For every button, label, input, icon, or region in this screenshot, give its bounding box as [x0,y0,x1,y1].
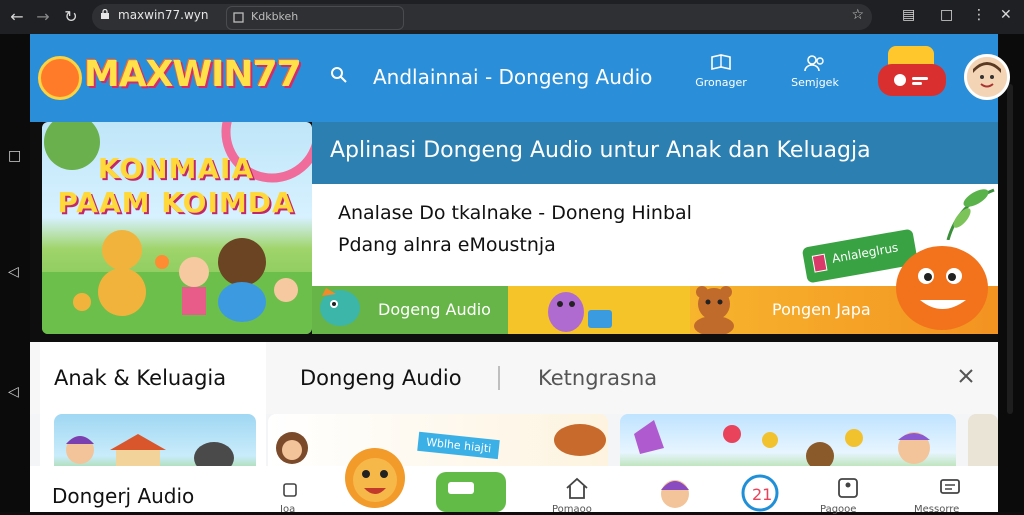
dinosaur-icon [320,288,360,326]
scrollbar[interactable] [998,34,1024,512]
book-icon [711,54,731,70]
reload-icon[interactable]: ↻ [60,6,82,28]
card-title: Dongerj Audio [52,484,195,508]
lock-icon [101,9,109,19]
hero-image-title-line1: KONMAIA [97,152,255,185]
strip-label: Pongen Japa [772,300,871,319]
header-button-gronager[interactable]: Gronager [686,54,756,89]
badge-icon[interactable]: 21 [740,474,780,512]
kid-avatar-icon[interactable] [656,472,694,512]
leaves-icon [946,188,995,240]
nav-label: Pagooe [820,504,857,515]
back-triangle-icon[interactable]: ◁ [8,264,19,280]
close-icon[interactable] [958,368,974,384]
tab-search-icon[interactable]: ▤ [902,7,915,23]
left-system-rail: □ ◁ ◁ [0,34,30,512]
svg-text:21: 21 [752,485,772,504]
lion-mascot-icon [345,448,405,508]
tab-divider [498,366,500,390]
orange-dinosaur-icon [896,246,988,330]
message-icon[interactable] [938,476,962,500]
child-face-icon [967,57,1007,97]
nav-label: Messorre [914,504,960,515]
header-button-label: Gronager [695,76,747,89]
close-window-icon[interactable]: ✕ [1000,7,1012,23]
hero-line-2: Pdang alnra eMoustnja [338,234,556,256]
category-strip-dongeng-audio[interactable]: Dogeng Audio [312,286,508,334]
home-icon[interactable] [564,476,590,500]
promo-button[interactable] [878,64,946,96]
puzzle-icon[interactable] [836,476,860,500]
users-icon [804,55,824,72]
avatar[interactable] [964,54,1010,100]
strip-label: Dogeng Audio [378,300,491,319]
menu-icon[interactable]: ⋮ [972,7,986,23]
audio-icon [894,74,928,86]
scrollbar-thumb[interactable] [1007,84,1013,414]
category-tag-label: Anlaleglrus [830,240,900,266]
bear-icon [694,286,734,334]
bookmark-star-icon[interactable]: ☆ [851,7,864,23]
hippo-icon [548,292,612,332]
app-header: MAXWIN77 Andlainnai - Dongeng Audio Gron… [30,34,1010,122]
tab-ketngrasna[interactable]: Ketngrasna [538,366,657,390]
url-text: maxwin77.wyn [118,8,209,22]
search-icon[interactable] [330,66,348,84]
category-strip-pongen-japa[interactable]: Pongen Japa [690,246,998,334]
page-title: Andlainnai - Dongeng Audio [373,65,653,89]
forward-icon[interactable]: → [32,6,54,28]
nav-label: Ioa [280,504,296,515]
hero-banner: Aplinasi Dongeng Audio untur Anak dan Ke… [312,122,998,184]
window-restore-icon[interactable]: □ [940,7,953,23]
logo-emblem [38,56,82,100]
tab-anak-keluarga[interactable]: Anak & Keluagia [54,366,226,390]
header-button-semjgek[interactable]: Semjgek [780,54,850,89]
back-icon[interactable]: ← [6,6,28,28]
back-triangle-icon[interactable]: ◁ [8,384,19,400]
bookmark-icon [811,253,828,273]
page-icon [233,12,244,23]
header-button-label: Semjgek [791,76,839,89]
hero-line-1: Analase Do tkalnake - Doneng Hinbal [338,202,692,224]
hero-image-title-line2: PAAM KOIMDA [57,186,295,219]
hero-banner-text: Aplinasi Dongeng Audio untur Anak dan Ke… [330,138,871,163]
browser-tab[interactable]: Kdkbkeh [226,6,404,30]
category-strip-stories[interactable] [508,286,690,334]
gift-icon [888,46,934,66]
square-icon[interactable] [282,482,298,498]
tab-title: Kdkbkeh [251,10,299,23]
logo[interactable]: MAXWIN77 [84,54,302,95]
nav-label: Pomaoo [552,504,592,515]
browser-toolbar: ← → ↻ maxwin77.wyn Kdkbkeh ☆ ▤ □ ⋮ ✕ [0,0,1024,34]
tab-dongeng-audio[interactable]: Dongeng Audio [300,366,462,390]
hero-illustration[interactable]: KONMAIA PAAM KOIMDA [42,122,312,334]
green-app-icon[interactable] [436,472,506,512]
address-bar[interactable]: maxwin77.wyn Kdkbkeh ☆ [92,4,872,30]
hero-image-title: KONMAIA PAAM KOIMDA [56,152,296,220]
square-nav-icon[interactable]: □ [8,148,21,164]
